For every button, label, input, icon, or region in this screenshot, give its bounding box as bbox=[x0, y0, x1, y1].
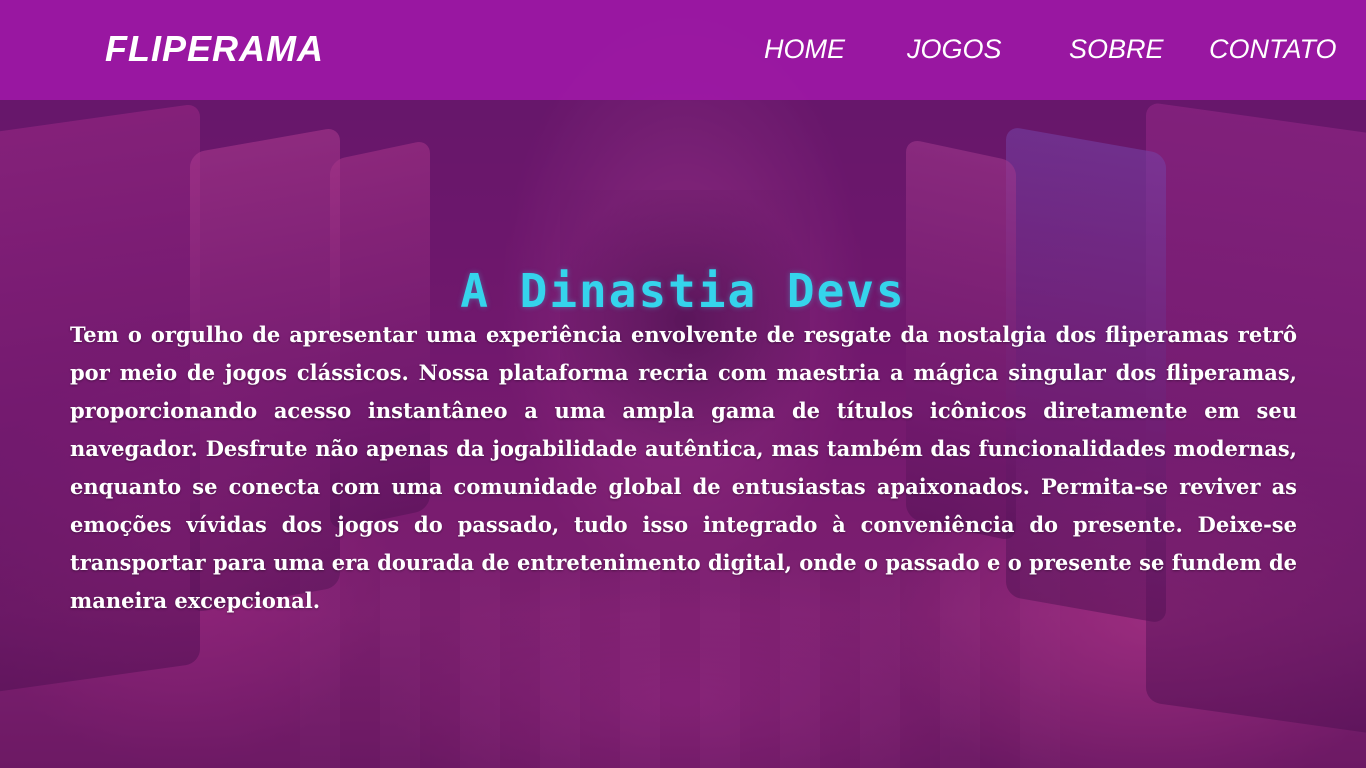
navbar: FLIPERAMA HOME JOGOS SOBRE CONTATO bbox=[0, 0, 1366, 100]
hero-description: Tem o orgulho de apresentar uma experiên… bbox=[70, 322, 1297, 613]
hero-title: A Dinastia Devs bbox=[460, 263, 906, 318]
nav-link-home[interactable]: HOME bbox=[764, 32, 845, 66]
nav-link-jogos[interactable]: JOGOS bbox=[907, 32, 1002, 66]
nav-link-contato[interactable]: CONTATO bbox=[1209, 32, 1337, 66]
brand-logo[interactable]: FLIPERAMA bbox=[105, 27, 324, 71]
nav-link-sobre[interactable]: SOBRE bbox=[1069, 32, 1164, 66]
